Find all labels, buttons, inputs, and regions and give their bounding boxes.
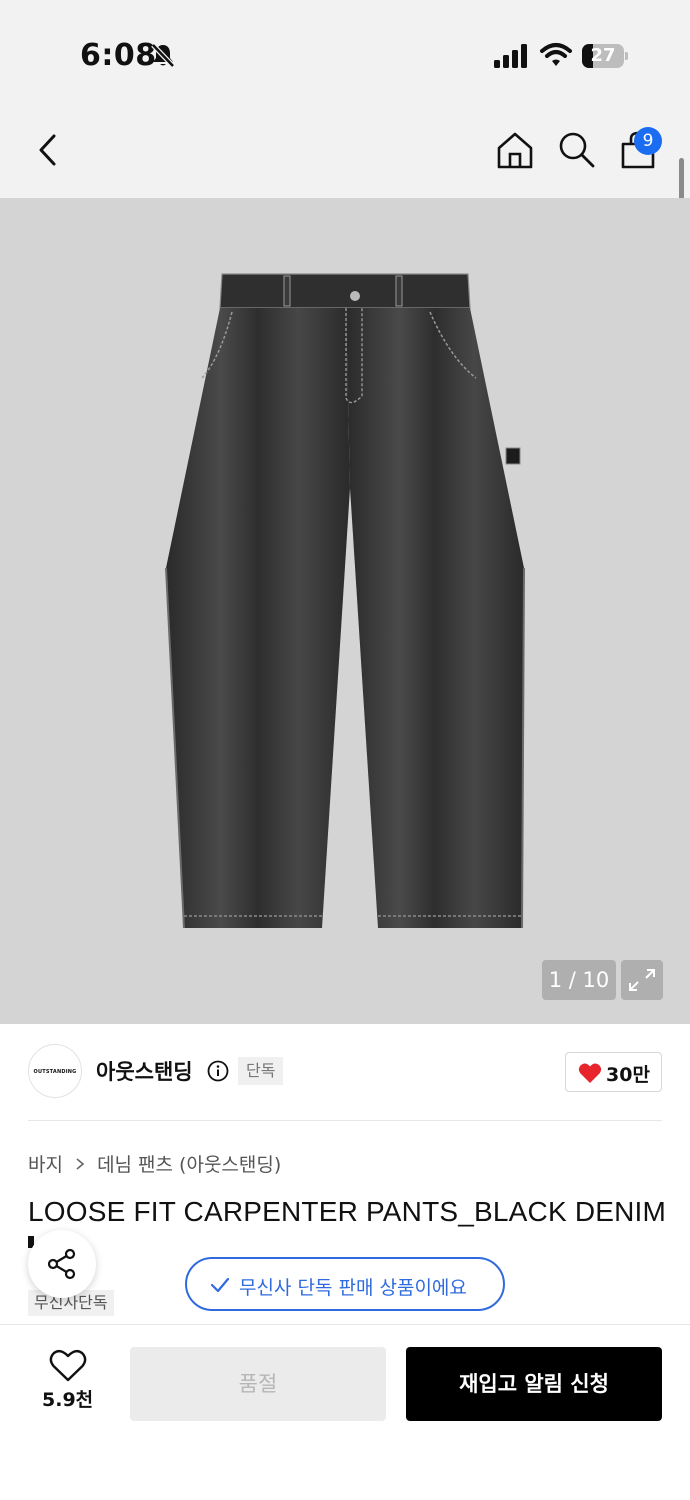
info-icon[interactable] (207, 1060, 229, 1082)
search-icon[interactable] (557, 130, 597, 170)
back-chevron-icon[interactable] (30, 130, 66, 170)
bottom-action-bar: 5.9천 품절 재입고 알림 신청 (0, 1324, 690, 1500)
brand-like-count: 30만 (606, 1064, 650, 1086)
chevron-right-icon (76, 1157, 85, 1170)
exclusive-notice-text: 무신사 단독 판매 상품이에요 (239, 1277, 467, 1299)
battery-icon: 27 (582, 44, 628, 68)
signal-icon (494, 44, 527, 68)
product-photo (165, 273, 525, 929)
brand-row: OUTSTANDING 아웃스탠딩 단독 30만 (0, 1024, 690, 1120)
heart-icon (578, 1063, 602, 1083)
battery-level: 27 (590, 45, 616, 66)
check-icon (210, 1277, 230, 1293)
status-bar: 6:08 27 (0, 0, 690, 100)
cart-count-badge: 9 (634, 127, 662, 155)
heart-outline-icon[interactable] (49, 1349, 87, 1383)
soldout-button: 품절 (130, 1347, 386, 1421)
restock-alert-button[interactable]: 재입고 알림 신청 (406, 1347, 662, 1421)
status-time: 6:08 (80, 38, 157, 73)
brand-logo[interactable]: OUTSTANDING (28, 1044, 82, 1098)
product-title: LOOSE FIT CARPENTER PANTS_BLACK DENIM (28, 1196, 667, 1227)
home-icon[interactable] (495, 130, 535, 170)
breadcrumb-category[interactable]: 바지 (28, 1154, 63, 1176)
product-image-gallery[interactable]: 1 / 10 (0, 198, 690, 1024)
wifi-icon (540, 43, 572, 66)
divider (28, 1120, 662, 1121)
brand-like-button[interactable]: 30만 (565, 1052, 662, 1092)
expand-icon (629, 969, 655, 991)
wish-count: 5.9천 (42, 1389, 94, 1411)
breadcrumb: 바지 데님 팬츠 (아웃스탠딩) (28, 1150, 281, 1176)
exclusive-notice-pill: 무신사 단독 판매 상품이에요 (185, 1257, 505, 1311)
image-page-indicator: 1 / 10 (542, 960, 616, 1000)
breadcrumb-subcategory[interactable]: 데님 팬츠 (아웃스탠딩) (97, 1154, 281, 1176)
expand-image-button[interactable] (621, 960, 663, 1000)
share-button[interactable] (28, 1230, 96, 1298)
bell-slash-icon (151, 43, 175, 68)
exclusive-badge: 단독 (238, 1057, 284, 1085)
brand-name[interactable]: 아웃스탠딩 (96, 1056, 193, 1086)
nav-bar (0, 100, 690, 198)
share-icon (47, 1248, 76, 1280)
